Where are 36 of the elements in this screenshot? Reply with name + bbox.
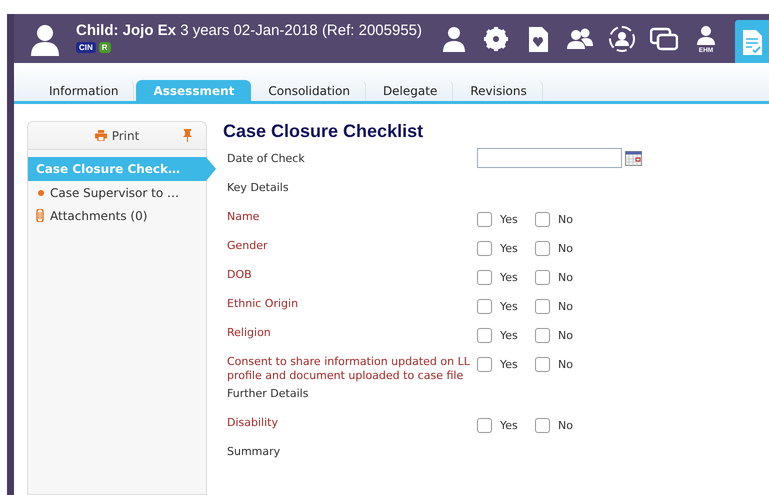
field-label: DOB	[226, 267, 253, 282]
field-label: Ethnic Origin	[226, 296, 300, 311]
field-label: Consent to share information updated on LL profile and document uploaded to case file	[226, 354, 471, 383]
tab[interactable]: Delegate	[368, 80, 454, 101]
field-label: Disability	[226, 415, 279, 430]
checkbox-label: No	[558, 242, 573, 255]
tab[interactable]: Revisions	[455, 80, 543, 101]
field-label: Name	[226, 209, 260, 224]
checkbox-label: Yes	[500, 300, 518, 313]
section-heading: Further Details	[226, 386, 310, 401]
checkbox-label: No	[558, 329, 573, 342]
checkbox-label: Yes	[500, 358, 518, 371]
field-label: Religion	[226, 325, 272, 340]
checkbox-label: Yes	[500, 213, 518, 226]
checkbox-label: No	[558, 271, 573, 284]
child-title: Child: Jojo Ex 3 years 02-Jan-2018 (Ref: 2005955)	[76, 22, 424, 39]
form-title: Case Closure Checklist	[223, 121, 424, 142]
section-heading: Key Details	[226, 180, 290, 195]
tab[interactable]: Information	[34, 80, 134, 101]
sidebar-item[interactable]: Attachments (0)	[28, 204, 206, 227]
tab[interactable]: Consolidation	[253, 80, 366, 101]
checkbox-label: Yes	[500, 329, 518, 342]
checkbox-label: No	[558, 213, 573, 226]
checkbox-label: No	[558, 300, 573, 313]
checkbox-label: No	[558, 358, 573, 371]
status-badge: CIN	[76, 42, 96, 53]
field-label: Gender	[226, 238, 269, 253]
checkbox-label: Yes	[500, 242, 518, 255]
sidebar-item[interactable]: Case Supervisor to …	[28, 181, 206, 204]
status-badge: R	[98, 42, 111, 53]
checkbox-label: Yes	[500, 419, 518, 432]
print-button[interactable]: Print	[92, 126, 142, 144]
section-heading: Summary	[226, 444, 282, 459]
checkbox-label: No	[558, 419, 573, 432]
checkbox-label: Yes	[500, 271, 518, 284]
field-label: Date of Check	[226, 151, 306, 166]
